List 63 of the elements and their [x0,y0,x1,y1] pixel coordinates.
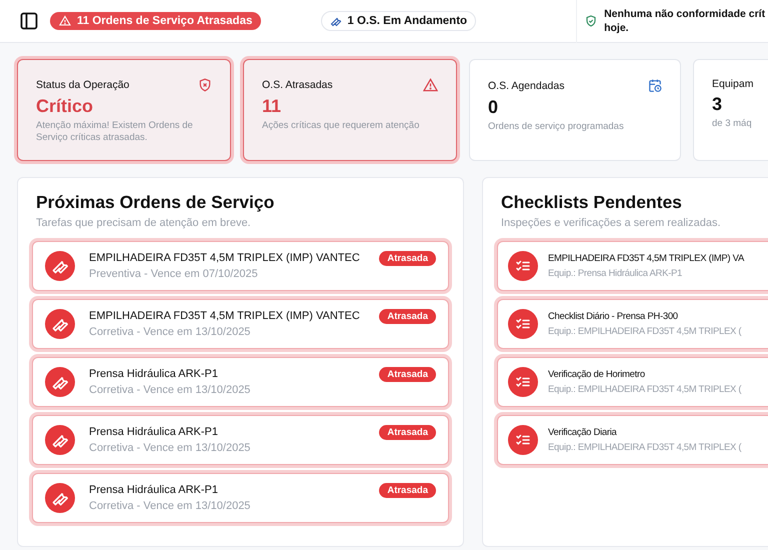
checklist-item[interactable]: Checklist Diário - Prensa PH-300 Equip.: EMPILHADEIRA FD35T 4,5M TRIPLEX ( [497,299,768,349]
checklist-icon [508,425,538,455]
status-badge: Atrasada [379,483,436,498]
status-badge: Atrasada [379,309,436,324]
card-value: 0 [488,97,500,118]
card-title: O.S. Agendadas [488,80,564,92]
order-due-date: Corretiva - Vence em 13/10/2025 [89,326,252,338]
card-caption: Ações críticas que requerem atenção [262,120,420,132]
panel-subtitle: Inspeções e verificações a serem realizadas. [501,217,722,229]
status-badge: Atrasada [379,425,436,440]
checklist-equipment: Equip.: EMPILHADEIRA FD35T 4,5M TRIPLEX ( [548,326,742,337]
order-name: Prensa Hidráulica ARK-P1 [89,426,220,438]
order-item[interactable]: Prensa Hidráulica ARK-P1 Corretiva - Vence em 13/10/2025 Atrasada [32,415,449,465]
order-name: EMPILHADEIRA FD35T 4,5M TRIPLEX (IMP) VANTEC [89,310,361,322]
progress-chip[interactable]: 1 O.S. Em Andamento [321,11,476,31]
order-due-date: Preventiva - Vence em 07/10/2025 [89,268,259,280]
card-caption: Ordens de serviço programadas [488,121,625,133]
order-due-date: Corretiva - Vence em 13/10/2025 [89,442,252,454]
alert-badge[interactable]: 11 Ordens de Serviço Atrasadas [50,12,262,30]
warning-icon [423,78,438,92]
shield-x-icon [198,78,212,92]
panel-subtitle: Tarefas que precisam de atenção em breve. [36,217,252,229]
card-value: 11 [262,96,282,117]
checklist-name: EMPILHADEIRA FD35T 4,5M TRIPLEX (IMP) VA [548,253,746,264]
order-item[interactable]: EMPILHADEIRA FD35T 4,5M TRIPLEX (IMP) VANTEC Preventiva - Vence em 07/10/2025 Atrasada [32,241,449,291]
alert-badge-text: 11 Ordens de Serviço Atrasadas [77,15,252,27]
card-title: Equipam [712,78,754,90]
order-item[interactable]: EMPILHADEIRA FD35T 4,5M TRIPLEX (IMP) VANTEC Corretiva - Vence em 13/10/2025 Atrasada [32,299,449,349]
order-name: EMPILHADEIRA FD35T 4,5M TRIPLEX (IMP) VANTEC [89,252,361,264]
card-value: Crítico [36,96,94,117]
checklist-item[interactable]: Verificação Diaria Equip.: EMPILHADEIRA FD35T 4,5M TRIPLEX ( [497,415,768,465]
panel-title: Checklists Pendentes [501,192,683,213]
checklist-name: Verificação de Horimetro [548,369,646,380]
checklist-equipment: Equip.: EMPILHADEIRA FD35T 4,5M TRIPLEX ( [548,384,742,395]
checklist-equipment: Equip.: Prensa Hidráulica ARK-P1 [548,268,684,279]
checklist-item[interactable]: EMPILHADEIRA FD35T 4,5M TRIPLEX (IMP) VA Equip.: Prensa Hidráulica ARK-P1 [497,241,768,291]
checklist-icon [508,309,538,339]
card-value: 3 [712,94,724,115]
order-due-date: Corretiva - Vence em 13/10/2025 [89,500,252,512]
checklist-name: Checklist Diário - Prensa PH-300 [548,311,679,322]
sidebar-toggle-icon[interactable] [20,12,38,30]
checklist-icon [508,367,538,397]
card-title: O.S. Atrasadas [262,79,333,91]
checklist-item[interactable]: Verificação de Horimetro Equip.: EMPILHADEIRA FD35T 4,5M TRIPLEX ( [497,357,768,407]
card-caption: Atenção máxima! Existem Ordens de Serviço críticas atrasadas. [36,120,194,144]
progress-chip-text: 1 O.S. Em Andamento [347,15,468,27]
compliance-status-text: Nenhuma não conformidade crít hoje. [604,7,766,35]
order-name: Prensa Hidráulica ARK-P1 [89,484,220,496]
order-item[interactable]: Prensa Hidráulica ARK-P1 Corretiva - Vence em 13/10/2025 Atrasada [32,473,449,523]
panel-title: Próximas Ordens de Serviço [36,192,276,213]
checklist-equipment: Equip.: EMPILHADEIRA FD35T 4,5M TRIPLEX ( [548,442,742,453]
calendar-clock-icon [648,78,662,93]
warning-icon [59,15,71,27]
order-item[interactable]: Prensa Hidráulica ARK-P1 Corretiva - Vence em 13/10/2025 Atrasada [32,357,449,407]
card-caption: de 3 máq [712,118,753,130]
order-name: Prensa Hidráulica ARK-P1 [89,368,220,380]
shield-check-icon [585,15,598,27]
checklist-name: Verificação Diaria [548,427,618,438]
status-badge: Atrasada [379,251,436,266]
card-title: Status da Operação [36,79,130,91]
order-due-date: Corretiva - Vence em 13/10/2025 [89,384,252,396]
status-badge: Atrasada [379,367,436,382]
checklist-icon [508,251,538,281]
